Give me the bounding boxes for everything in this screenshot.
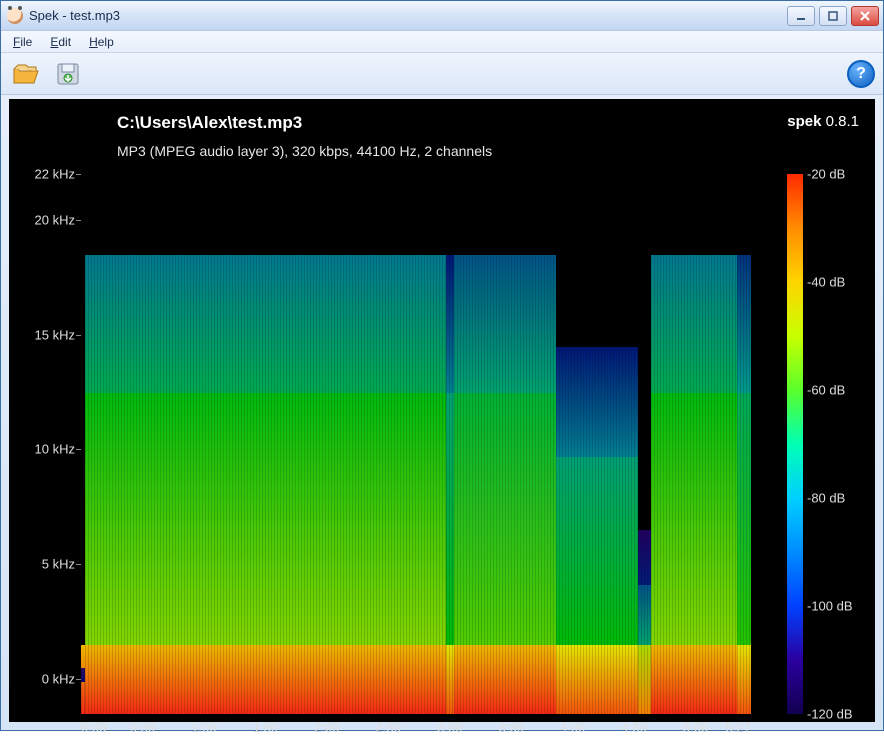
menu-edit[interactable]: Edit [42,33,79,51]
colorbar-labels: -20 dB-40 dB-60 dB-80 dB-100 dB-120 dB [807,174,861,714]
menu-file[interactable]: File [5,33,40,51]
file-info-label: MP3 (MPEG audio layer 3), 320 kbps, 4410… [117,143,492,159]
plot-area: 22 kHz20 kHz15 kHz10 kHz5 kHz0 kHz 0:000… [81,174,751,740]
save-button[interactable] [51,57,85,91]
save-disk-icon [55,61,81,87]
question-icon: ? [856,65,866,83]
spectrogram-view: C:\Users\Alex\test.mp3 spek 0.8.1 MP3 (M… [9,99,875,722]
window-title: Spek - test.mp3 [29,8,787,23]
y-axis: 22 kHz20 kHz15 kHz10 kHz5 kHz0 kHz [25,174,81,714]
file-path-label: C:\Users\Alex\test.mp3 [117,113,302,133]
version-label: spek 0.8.1 [787,113,859,130]
window-controls [787,6,879,26]
titlebar[interactable]: Spek - test.mp3 [1,1,883,31]
toolbar: ? [1,53,883,95]
x-axis: 0:000:301:001:302:002:303:003:304:004:30… [81,714,751,740]
minimize-button[interactable] [787,6,815,26]
maximize-button[interactable] [819,6,847,26]
menu-help[interactable]: Help [81,33,122,51]
colorbar [787,174,803,714]
menubar: File Edit Help [1,31,883,53]
help-button[interactable]: ? [847,60,875,88]
open-button[interactable] [9,57,43,91]
close-button[interactable] [851,6,879,26]
spectrogram-canvas [81,209,751,714]
app-icon [7,8,23,24]
folder-open-icon [12,61,40,87]
app-window: Spek - test.mp3 File Edit Help [0,0,884,731]
